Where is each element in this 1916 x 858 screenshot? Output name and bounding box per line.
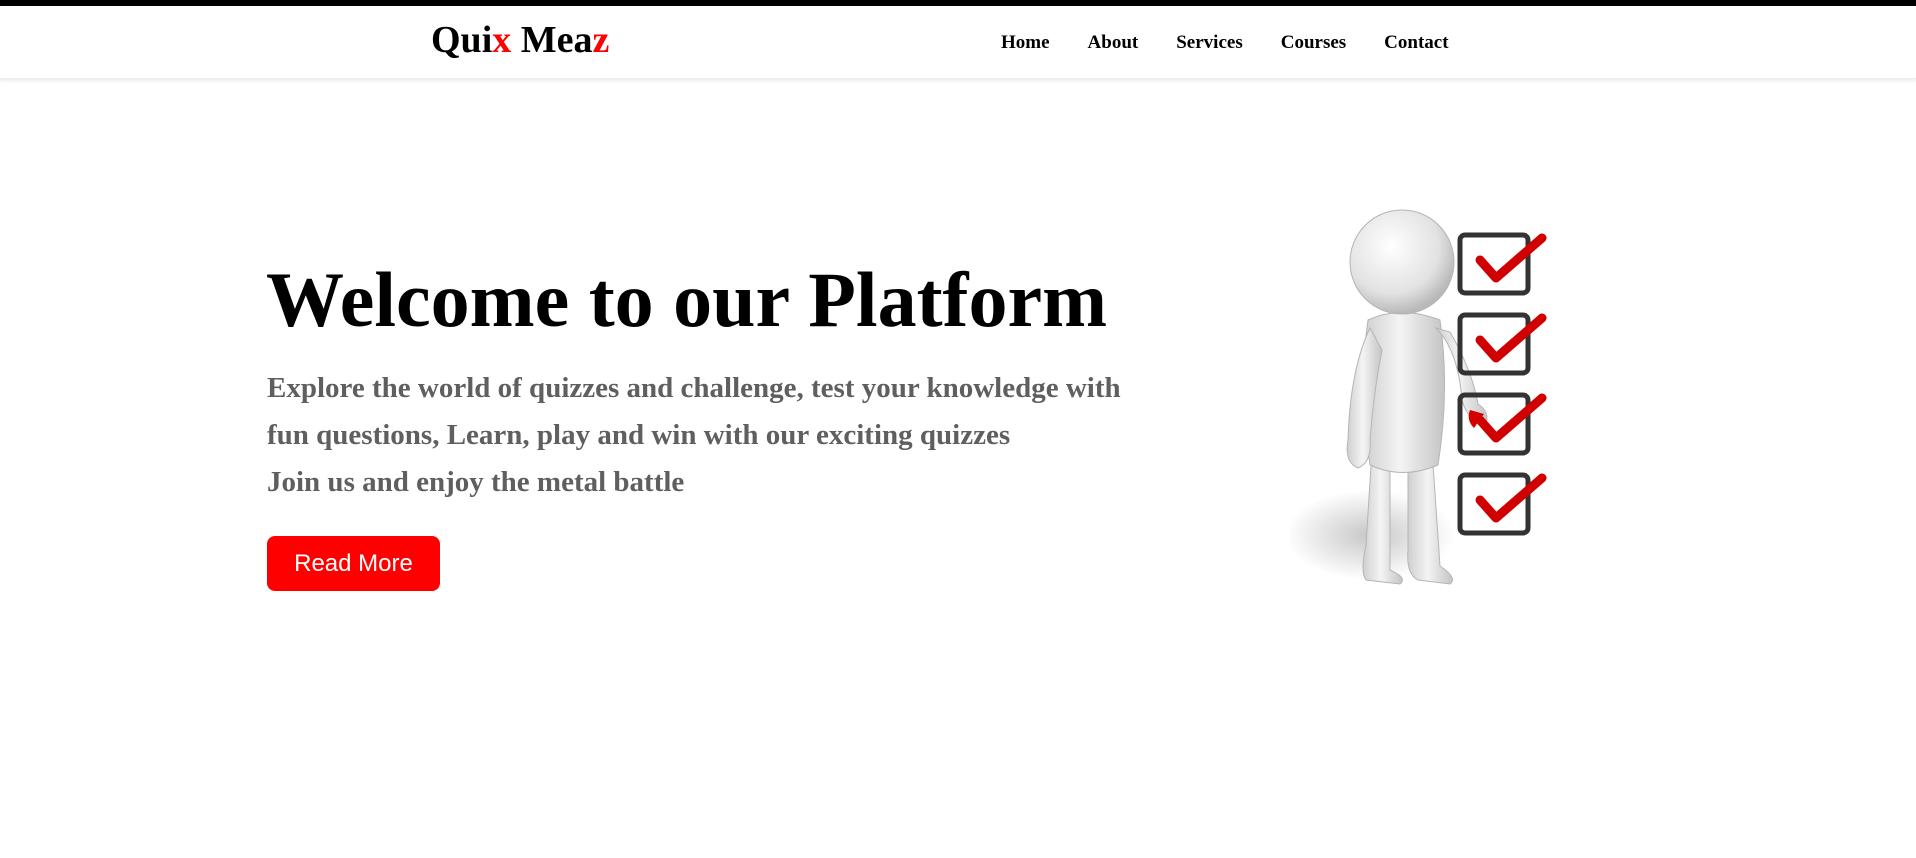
brand-logo-part: Qui [431,19,493,61]
nav-link-contact[interactable]: Contact [1384,28,1448,58]
navbar: Quix Meaz Home About Services Courses Co… [0,6,1916,79]
nav-link-about[interactable]: About [1088,28,1139,58]
stick-figure-checklist-icon [1285,200,1560,600]
hero-description-line: Explore the world of quizzes and challen… [267,372,1121,404]
nav-link-courses[interactable]: Courses [1281,28,1346,58]
main-nav: Home About Services Courses Contact [1001,28,1487,58]
hero-title: Welcome to our Platform [266,256,1108,343]
nav-link-home[interactable]: Home [1001,28,1050,58]
brand-logo-accent: z [592,19,610,61]
brand-logo-accent: x [492,19,512,61]
brand-logo-part: Mea [511,19,593,61]
read-more-button[interactable]: Read More [267,536,440,591]
hero-description-line: Join us and enjoy the metal battle [267,466,685,498]
nav-link-services[interactable]: Services [1176,28,1242,58]
hero-description-line: fun questions, Learn, play and win with … [267,419,1011,451]
hero-description: Explore the world of quizzes and challen… [267,365,1121,506]
brand-logo[interactable]: Quix Meaz [431,15,609,65]
